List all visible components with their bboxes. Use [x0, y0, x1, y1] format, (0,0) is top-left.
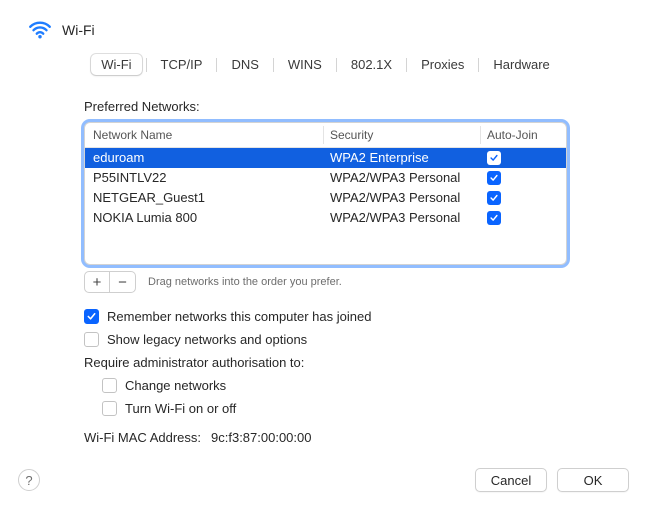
- auto-join-checkbox[interactable]: [487, 191, 501, 205]
- remember-networks-option[interactable]: Remember networks this computer has join…: [84, 309, 567, 324]
- tab-proxies[interactable]: Proxies: [411, 54, 474, 75]
- table-row[interactable]: NOKIA Lumia 800 WPA2/WPA3 Personal: [85, 208, 566, 228]
- wifi-advanced-window: Wi-Fi Wi-Fi TCP/IP DNS WINS 802.1X Proxies Har…: [0, 0, 651, 506]
- tab-bar: Wi-Fi TCP/IP DNS WINS 802.1X Proxies Hardware: [0, 54, 651, 81]
- column-auto-join[interactable]: Auto-Join: [487, 128, 558, 142]
- column-network-name[interactable]: Network Name: [93, 128, 323, 142]
- tab-separator: [406, 58, 407, 72]
- auto-join-cell: [487, 151, 558, 165]
- table-row[interactable]: P55INTLV22 WPA2/WPA3 Personal: [85, 168, 566, 188]
- tab-separator: [478, 58, 479, 72]
- network-name-cell: P55INTLV22: [93, 169, 323, 187]
- mac-address-label: Wi-Fi MAC Address:: [84, 430, 201, 445]
- table-row[interactable]: NETGEAR_Guest1 WPA2/WPA3 Personal: [85, 188, 566, 208]
- tab-separator: [336, 58, 337, 72]
- help-button[interactable]: ?: [18, 469, 40, 491]
- tab-tcpip[interactable]: TCP/IP: [151, 54, 213, 75]
- auto-join-checkbox[interactable]: [487, 171, 501, 185]
- wifi-icon: [24, 14, 56, 46]
- tab-wifi[interactable]: Wi-Fi: [91, 54, 141, 75]
- network-name-cell: NETGEAR_Guest1: [93, 189, 323, 207]
- ok-button[interactable]: OK: [557, 468, 629, 492]
- column-security[interactable]: Security: [330, 128, 480, 142]
- preferred-networks-label: Preferred Networks:: [84, 99, 567, 114]
- network-name-cell: NOKIA Lumia 800: [93, 209, 323, 227]
- change-networks-label: Change networks: [125, 378, 226, 393]
- tab-separator: [273, 58, 274, 72]
- wifi-toggle-checkbox[interactable]: [102, 401, 117, 416]
- change-networks-option[interactable]: Change networks: [84, 378, 567, 393]
- remove-network-button[interactable]: −: [110, 271, 136, 293]
- tab-hardware[interactable]: Hardware: [483, 54, 559, 75]
- wifi-toggle-option[interactable]: Turn Wi-Fi on or off: [84, 401, 567, 416]
- tab-8021x[interactable]: 802.1X: [341, 54, 402, 75]
- auto-join-cell: [487, 191, 558, 205]
- window-header: Wi-Fi: [0, 0, 651, 54]
- mac-address-value: 9c:f3:87:00:00:00: [211, 430, 311, 445]
- auto-join-checkbox[interactable]: [487, 151, 501, 165]
- footer-bar: ? Cancel OK: [0, 468, 651, 492]
- column-separator: [323, 126, 324, 144]
- legacy-networks-option[interactable]: Show legacy networks and options: [84, 332, 567, 347]
- column-separator: [480, 126, 481, 144]
- tab-dns[interactable]: DNS: [221, 54, 268, 75]
- drag-hint-label: Drag networks into the order you prefer.: [148, 276, 342, 288]
- table-empty-space: [85, 228, 566, 264]
- auto-join-checkbox[interactable]: [487, 211, 501, 225]
- legacy-networks-checkbox[interactable]: [84, 332, 99, 347]
- content-area: Preferred Networks: Network Name Securit…: [0, 81, 651, 445]
- change-networks-checkbox[interactable]: [102, 378, 117, 393]
- remember-networks-checkbox[interactable]: [84, 309, 99, 324]
- table-header: Network Name Security Auto-Join: [85, 123, 566, 148]
- page-title: Wi-Fi: [62, 22, 95, 38]
- preferred-networks-table[interactable]: Network Name Security Auto-Join eduroam W…: [84, 122, 567, 265]
- remember-networks-label: Remember networks this computer has join…: [107, 309, 371, 324]
- legacy-networks-label: Show legacy networks and options: [107, 332, 307, 347]
- network-name-cell: eduroam: [93, 149, 323, 167]
- mac-address-row: Wi-Fi MAC Address: 9c:f3:87:00:00:00: [84, 430, 567, 445]
- add-network-button[interactable]: +: [84, 271, 110, 293]
- wifi-toggle-label: Turn Wi-Fi on or off: [125, 401, 236, 416]
- auto-join-cell: [487, 171, 558, 185]
- add-remove-bar: + − Drag networks into the order you pre…: [84, 271, 567, 293]
- table-row[interactable]: eduroam WPA2 Enterprise: [85, 148, 566, 168]
- cancel-button[interactable]: Cancel: [475, 468, 547, 492]
- auto-join-cell: [487, 211, 558, 225]
- options-list: Remember networks this computer has join…: [84, 309, 567, 416]
- network-security-cell: WPA2/WPA3 Personal: [330, 169, 480, 187]
- tab-separator: [216, 58, 217, 72]
- network-security-cell: WPA2/WPA3 Personal: [330, 189, 480, 207]
- admin-auth-label-row: Require administrator authorisation to:: [84, 355, 567, 370]
- admin-auth-label: Require administrator authorisation to:: [84, 355, 304, 370]
- tab-separator: [146, 58, 147, 72]
- tab-wins[interactable]: WINS: [278, 54, 332, 75]
- network-security-cell: WPA2/WPA3 Personal: [330, 209, 480, 227]
- network-security-cell: WPA2 Enterprise: [330, 149, 480, 167]
